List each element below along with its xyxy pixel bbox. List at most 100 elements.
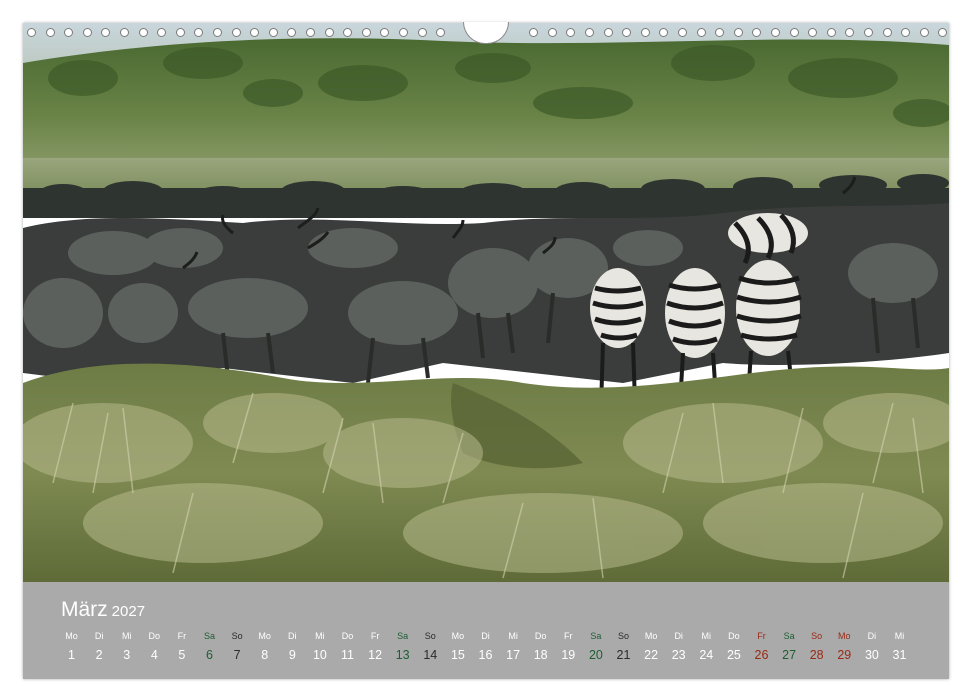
- weekday-label: Mi: [315, 631, 325, 641]
- binding-hole: [733, 28, 743, 37]
- day-cell: Fr 26: [748, 630, 775, 663]
- day-cell: Mo 8: [251, 630, 278, 663]
- day-number: 15: [450, 648, 465, 662]
- day-number: 12: [368, 648, 383, 662]
- weekday-label: Di: [867, 631, 877, 641]
- binding-hole: [640, 28, 650, 37]
- weekday-label: Di: [288, 631, 297, 641]
- binding-hole: [27, 28, 36, 37]
- spiral-binding: [23, 22, 949, 45]
- day-cell: Sa 27: [776, 630, 803, 663]
- weekday-label: Mo: [644, 631, 658, 641]
- month-year: 2027: [111, 603, 146, 620]
- day-number: 24: [699, 648, 714, 662]
- day-number: 22: [644, 648, 659, 662]
- day-number: 27: [782, 648, 797, 662]
- weekday-label: Di: [94, 631, 104, 641]
- day-number: 20: [588, 648, 603, 662]
- weekday-label: Sa: [203, 631, 215, 641]
- day-number: 19: [561, 648, 576, 662]
- binding-hole: [808, 28, 818, 37]
- day-number: 11: [341, 648, 354, 662]
- binding-hole: [417, 28, 427, 37]
- weekday-label: Sa: [397, 631, 409, 641]
- day-cell: Sa 6: [196, 630, 223, 663]
- day-cell: Fr 12: [362, 630, 389, 663]
- weekday-label: Mi: [701, 631, 712, 641]
- calendar-page: März 2027 Mo 1 Di 2 Mi 3 Do 4 Fr 5 Sa 6 So 7 Mo 8 Di 9 Mi 10…: [23, 22, 949, 679]
- day-number: 25: [726, 648, 741, 662]
- binding-hole: [82, 28, 92, 37]
- day-number: 9: [288, 648, 296, 662]
- day-cell: Mi 24: [693, 630, 720, 663]
- day-number: 30: [864, 648, 879, 662]
- weekday-label: Di: [674, 631, 683, 641]
- day-number: 10: [312, 648, 327, 662]
- binding-hole: [938, 28, 948, 37]
- binding-hole: [566, 28, 576, 37]
- binding-hole: [919, 28, 929, 37]
- day-number: 8: [261, 648, 269, 662]
- binding-hole: [175, 28, 185, 37]
- binding-hole: [715, 28, 725, 37]
- day-cell: Sa 13: [389, 630, 416, 663]
- binding-hole: [120, 28, 129, 37]
- binding-hole: [547, 28, 557, 37]
- binding-hole: [157, 28, 167, 37]
- binding-hole: [361, 28, 371, 37]
- weekday-label: Sa: [590, 631, 602, 641]
- weekday-label: Mi: [121, 631, 132, 641]
- binding-hole: [882, 28, 892, 37]
- binding-hole: [324, 28, 334, 37]
- weekday-label: Di: [481, 631, 490, 641]
- binding-hole: [771, 28, 780, 37]
- binding-hole: [101, 28, 111, 37]
- day-cell: Mo 29: [831, 630, 858, 663]
- day-cell: Mi 17: [500, 630, 527, 663]
- day-number: 1: [68, 648, 75, 662]
- binding-hole: [250, 28, 260, 37]
- binding-hole: [306, 28, 315, 37]
- day-cell: Fr 19: [555, 630, 582, 663]
- binding-hole: [529, 28, 539, 37]
- day-number: 4: [150, 648, 158, 662]
- day-number: 23: [671, 648, 686, 662]
- weekday-label: Mo: [258, 631, 271, 641]
- month-title: März 2027: [61, 598, 145, 622]
- day-cell: Di 23: [665, 630, 692, 663]
- weekday-label: Do: [341, 631, 354, 641]
- hanger-notch: [463, 22, 509, 44]
- day-cell: Do 25: [720, 630, 747, 663]
- weekday-label: Mi: [894, 631, 905, 641]
- day-number: 13: [395, 648, 410, 662]
- weekday-label: Fr: [564, 631, 573, 641]
- day-cell: Di 30: [858, 630, 885, 663]
- binding-hole: [789, 28, 799, 37]
- day-cell: So 7: [224, 630, 251, 663]
- weekday-label: So: [617, 631, 629, 641]
- day-cell: So 21: [610, 630, 637, 663]
- binding-hole: [845, 28, 855, 37]
- day-number: 26: [754, 648, 769, 662]
- day-cell: Mo 1: [58, 630, 85, 663]
- day-number: 17: [506, 648, 521, 662]
- weekday-label: Mo: [838, 631, 851, 641]
- binding-hole: [45, 28, 55, 37]
- binding-hole: [138, 28, 148, 37]
- binding-hole: [659, 28, 669, 37]
- binding-hole: [231, 28, 241, 37]
- day-cell: Di 2: [86, 630, 113, 663]
- weekday-label: Mo: [451, 631, 465, 641]
- day-number: 28: [809, 648, 824, 662]
- weekday-label: Do: [728, 631, 740, 641]
- day-cell: Fr 5: [168, 630, 195, 663]
- day-number: 21: [616, 648, 631, 662]
- calendar-strip: März 2027 Mo 1 Di 2 Mi 3 Do 4 Fr 5 Sa 6 So 7 Mo 8 Di 9 Mi 10…: [23, 582, 949, 679]
- day-cell: Mi 10: [306, 630, 333, 663]
- day-cell: So 14: [417, 630, 444, 663]
- weekday-label: Do: [534, 631, 547, 641]
- day-number: 14: [423, 648, 438, 662]
- binding-hole: [213, 28, 222, 37]
- binding-hole: [343, 28, 353, 37]
- binding-hole: [287, 28, 297, 37]
